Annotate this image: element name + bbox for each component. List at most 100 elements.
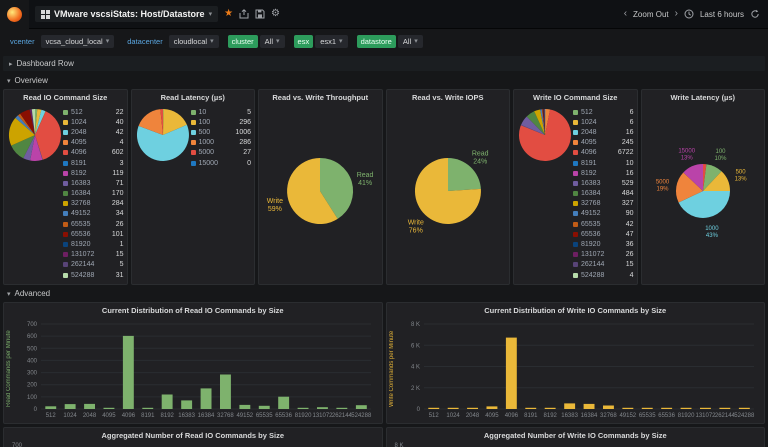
bar-262144[interactable] (719, 408, 730, 409)
legend-item-500[interactable]: 5001006 (191, 127, 252, 137)
variable-value-vcenter[interactable]: vcsa_cloud_local▾ (41, 35, 115, 48)
legend-item-512[interactable]: 51222 (63, 107, 124, 117)
legend-item-8192[interactable]: 8192119 (63, 168, 124, 178)
bar-8192[interactable] (162, 395, 173, 410)
variable-value-datacenter[interactable]: cloudlocal▾ (169, 35, 219, 48)
bar-8191[interactable] (525, 408, 536, 409)
legend-item-49152[interactable]: 4915290 (573, 209, 634, 219)
panel-title[interactable]: Current Distribution of Write IO Command… (387, 303, 765, 318)
bar-512[interactable] (45, 406, 56, 409)
zoom-out-left-chevron-icon[interactable]: ‹ (624, 9, 627, 19)
bar-65536[interactable] (278, 397, 289, 409)
bar-4096[interactable] (123, 336, 134, 409)
bar-16383[interactable] (564, 403, 575, 409)
legend-item-1024[interactable]: 102440 (63, 117, 124, 127)
bar-524288[interactable] (738, 408, 749, 409)
legend-item-2048[interactable]: 204842 (63, 127, 124, 137)
bar-1024[interactable] (65, 404, 76, 409)
panel-title[interactable]: Read vs. Write IOPS (387, 90, 510, 105)
legend-item-8191[interactable]: 81913 (63, 158, 124, 168)
variable-value-cluster[interactable]: All▾ (260, 35, 285, 48)
bar-65535[interactable] (259, 406, 270, 409)
bar-8191[interactable] (142, 408, 153, 409)
bar-32768[interactable] (220, 375, 231, 410)
bar-512[interactable] (428, 408, 439, 409)
row-header-overview[interactable]: ▾ Overview (3, 74, 765, 87)
bar-49152[interactable] (622, 408, 633, 409)
refresh-icon[interactable] (750, 9, 760, 19)
legend-item-16384[interactable]: 16384170 (63, 189, 124, 199)
dashboard-title-dropdown[interactable]: VMware vscsiStats: Host/Datastore ▾ (35, 6, 218, 22)
legend-item-4096[interactable]: 4096602 (63, 148, 124, 158)
bar-131072[interactable] (700, 408, 711, 409)
variable-value-esx[interactable]: esx1▾ (315, 35, 347, 48)
bar-8192[interactable] (544, 408, 555, 409)
panel-title[interactable]: Write Latency (µs) (642, 90, 765, 105)
legend-item-65536[interactable]: 6553647 (573, 229, 634, 239)
legend-item-81920[interactable]: 819201 (63, 239, 124, 249)
legend-item-65536[interactable]: 65536101 (63, 229, 124, 239)
bar-81920[interactable] (680, 408, 691, 409)
legend-item-131072[interactable]: 13107215 (63, 250, 124, 260)
legend-item-49152[interactable]: 4915234 (63, 209, 124, 219)
panel-title[interactable]: Aggregated Number of Write IO Commands b… (387, 428, 765, 443)
legend-item-10[interactable]: 105 (191, 107, 252, 117)
save-icon[interactable] (255, 9, 265, 19)
bar-65535[interactable] (641, 408, 652, 409)
panel-title[interactable]: Aggregated Number of Read IO Commands by… (4, 428, 382, 443)
row-header-advanced[interactable]: ▾ Advanced (3, 287, 765, 300)
time-range-picker[interactable]: Last 6 hours (700, 10, 744, 19)
legend-item-1024[interactable]: 10246 (573, 117, 634, 127)
bar-81920[interactable] (298, 408, 309, 409)
legend-item-15000[interactable]: 150000 (191, 158, 252, 168)
bar-32768[interactable] (603, 406, 614, 410)
legend-item-512[interactable]: 5126 (573, 107, 634, 117)
bar-262144[interactable] (336, 408, 347, 409)
legend-item-65535[interactable]: 6553526 (63, 219, 124, 229)
legend-item-131072[interactable]: 13107226 (573, 250, 634, 260)
bar-524288[interactable] (356, 405, 367, 409)
legend-item-65535[interactable]: 6553542 (573, 219, 634, 229)
panel-title[interactable]: Read vs. Write Throughput (259, 90, 382, 105)
legend-item-262144[interactable]: 26214415 (573, 260, 634, 270)
legend-item-2048[interactable]: 204816 (573, 127, 634, 137)
bar-1024[interactable] (447, 408, 458, 409)
panel-title[interactable]: Write IO Command Size (514, 90, 637, 105)
legend-item-262144[interactable]: 2621445 (63, 260, 124, 270)
legend-item-100[interactable]: 100296 (191, 117, 252, 127)
bar-49152[interactable] (239, 405, 250, 409)
bar-16384[interactable] (583, 404, 594, 409)
legend-item-32768[interactable]: 32768327 (573, 199, 634, 209)
panel-title[interactable]: Read IO Command Size (4, 90, 127, 105)
legend-item-4095[interactable]: 4095245 (573, 138, 634, 148)
bar-4096[interactable] (505, 338, 516, 409)
bar-131072[interactable] (317, 407, 328, 409)
legend-item-524288[interactable]: 5242884 (573, 270, 634, 280)
legend-item-8192[interactable]: 819216 (573, 168, 634, 178)
legend-item-16383[interactable]: 1638371 (63, 178, 124, 188)
share-icon[interactable] (239, 9, 249, 19)
star-icon[interactable]: ★ (224, 9, 233, 19)
panel-title[interactable]: Current Distribution of Read IO Commands… (4, 303, 382, 318)
grafana-logo-icon[interactable] (0, 0, 29, 29)
zoom-in-right-chevron-icon[interactable]: › (675, 9, 678, 19)
panel-title[interactable]: Read Latency (µs) (132, 90, 255, 105)
legend-item-16384[interactable]: 16384484 (573, 189, 634, 199)
zoom-out-button[interactable]: Zoom Out (633, 10, 669, 19)
legend-item-4096[interactable]: 40966722 (573, 148, 634, 158)
legend-item-1000[interactable]: 1000286 (191, 138, 252, 148)
bar-4095[interactable] (486, 406, 497, 409)
legend-item-81920[interactable]: 8192036 (573, 239, 634, 249)
settings-gear-icon[interactable]: ⚙ (271, 9, 280, 19)
bar-65536[interactable] (661, 408, 672, 409)
bar-4095[interactable] (104, 408, 115, 409)
bar-2048[interactable] (84, 404, 95, 409)
row-header-dashboard-row[interactable]: ▸ Dashboard Row (3, 56, 765, 71)
legend-item-5000[interactable]: 500027 (191, 148, 252, 158)
legend-item-16383[interactable]: 16383529 (573, 178, 634, 188)
legend-item-524288[interactable]: 52428831 (63, 270, 124, 280)
bar-16383[interactable] (181, 400, 192, 409)
bar-2048[interactable] (467, 408, 478, 409)
bar-16384[interactable] (201, 388, 212, 409)
legend-item-4095[interactable]: 40954 (63, 138, 124, 148)
